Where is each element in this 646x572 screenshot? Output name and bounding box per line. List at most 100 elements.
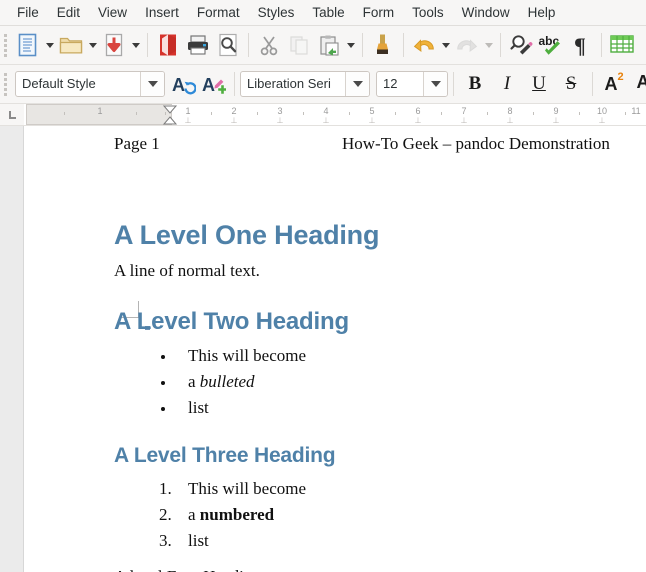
update-selected-style-button[interactable]: A xyxy=(169,69,199,99)
undo-dropdown[interactable] xyxy=(439,30,452,60)
list-item: a bulleted xyxy=(176,369,642,395)
menu-item-format[interactable]: Format xyxy=(188,3,249,22)
save-document-button[interactable] xyxy=(99,30,129,60)
page-content[interactable]: Page 1 How-To Geek – pandoc Demonstratio… xyxy=(24,126,646,572)
menu-item-file[interactable]: File xyxy=(8,3,48,22)
toolbar-separator xyxy=(147,33,148,57)
font-name-value[interactable]: Liberation Seri xyxy=(241,72,345,96)
toolbar-grip[interactable] xyxy=(2,32,9,58)
ruler-tick-4: 4 xyxy=(323,106,329,116)
export-pdf-button[interactable] xyxy=(153,30,183,60)
page-header[interactable]: Page 1 How-To Geek – pandoc Demonstratio… xyxy=(114,134,646,160)
superscript-letter: A xyxy=(604,73,618,94)
toolbar-separator xyxy=(500,33,501,57)
heading-level-two: A Level Two Heading xyxy=(114,308,349,335)
document-body[interactable]: A Level One Heading A line of normal tex… xyxy=(114,196,642,572)
menu-item-edit[interactable]: Edit xyxy=(48,3,89,22)
toolbar-separator xyxy=(601,33,602,57)
paste-button[interactable] xyxy=(314,30,344,60)
subscript-letter: A xyxy=(636,72,646,92)
menu-item-styles[interactable]: Styles xyxy=(249,3,304,22)
menu-item-form[interactable]: Form xyxy=(354,3,404,22)
ruler-tick-8: 8 xyxy=(507,106,513,116)
svg-text:A: A xyxy=(172,75,185,95)
list-item: list xyxy=(176,395,642,421)
formatting-marks-button[interactable]: ¶ xyxy=(566,30,596,60)
copy-button[interactable] xyxy=(284,30,314,60)
ruler-tick-2: 2 xyxy=(231,106,237,116)
tab-stop-indicator[interactable] xyxy=(0,104,24,125)
print-button[interactable] xyxy=(183,30,213,60)
header-title: How-To Geek – pandoc Demonstration xyxy=(342,134,610,153)
find-and-replace-button[interactable] xyxy=(506,30,536,60)
paragraph-style-value[interactable]: Default Style xyxy=(16,72,140,96)
numbered-list: This will become a numbered list xyxy=(114,476,642,554)
italic-button[interactable]: I xyxy=(491,69,523,99)
ruler-tick-1: 1 xyxy=(185,106,191,116)
font-size-value[interactable]: 12 xyxy=(377,72,423,96)
paragraph-style-dropdown-arrow[interactable] xyxy=(140,72,164,96)
bold-button[interactable]: B xyxy=(459,69,491,99)
list-item-text: list xyxy=(188,531,209,550)
menu-item-insert[interactable]: Insert xyxy=(136,3,188,22)
redo-dropdown[interactable] xyxy=(482,30,495,60)
ruler-tick-10: 10 xyxy=(596,106,608,116)
menu-item-window[interactable]: Window xyxy=(453,3,519,22)
new-document-button[interactable] xyxy=(13,30,43,60)
superscript-button[interactable]: A2 xyxy=(598,69,630,99)
menu-item-tools[interactable]: Tools xyxy=(403,3,453,22)
indent-marker[interactable] xyxy=(162,105,178,125)
underline-button[interactable]: U xyxy=(523,69,555,99)
new-style-from-selection-button[interactable]: A xyxy=(199,69,229,99)
menu-item-help[interactable]: Help xyxy=(519,3,565,22)
subscript-button[interactable]: A2 xyxy=(630,69,646,99)
ruler-margin-number: 1 xyxy=(97,106,103,116)
cut-button[interactable] xyxy=(254,30,284,60)
heading-level-one: A Level One Heading xyxy=(114,220,380,250)
heading-level-four: A level Four Heading xyxy=(114,564,642,572)
list-item-text: list xyxy=(188,398,209,417)
font-name-combobox[interactable]: Liberation Seri xyxy=(240,71,370,97)
normal-paragraph: A line of normal text. xyxy=(114,261,260,280)
list-item-text: This will become xyxy=(188,479,307,498)
clone-formatting-button[interactable] xyxy=(368,30,398,60)
save-document-dropdown[interactable] xyxy=(129,30,142,60)
list-item-text: a xyxy=(188,372,200,391)
standard-toolbar: abc ¶ xyxy=(0,26,646,65)
spelling-button[interactable]: abc xyxy=(536,30,566,60)
document-workspace[interactable]: Page 1 How-To Geek – pandoc Demonstratio… xyxy=(0,126,646,572)
open-document-button[interactable] xyxy=(56,30,86,60)
libreoffice-writer-window: File Edit View Insert Format Styles Tabl… xyxy=(0,0,646,572)
strikethrough-button[interactable]: S xyxy=(555,69,587,99)
menu-item-view[interactable]: View xyxy=(89,3,136,22)
heading-level-three: A Level Three Heading xyxy=(114,444,336,467)
font-size-combobox[interactable]: 12 xyxy=(376,71,448,97)
font-name-dropdown-arrow[interactable] xyxy=(345,72,369,96)
document-page[interactable]: Page 1 How-To Geek – pandoc Demonstratio… xyxy=(24,126,646,572)
list-item-text: This will become xyxy=(188,346,307,365)
header-page-number: Page 1 xyxy=(114,134,160,153)
ruler-tick-7: 7 xyxy=(461,106,467,116)
undo-button[interactable] xyxy=(409,30,439,60)
toolbar-separator xyxy=(453,72,454,96)
toolbar-grip[interactable] xyxy=(2,71,9,97)
new-document-dropdown[interactable] xyxy=(43,30,56,60)
menu-bar: File Edit View Insert Format Styles Tabl… xyxy=(0,0,646,26)
list-item: This will become xyxy=(176,476,642,502)
open-document-dropdown[interactable] xyxy=(86,30,99,60)
superscript-mark: 2 xyxy=(617,70,624,83)
list-item: a numbered xyxy=(176,502,642,528)
print-preview-button[interactable] xyxy=(213,30,243,60)
ruler-row: 1 1 2 3 4 5 6 7 8 9 10 11 ⊥ ⊥ ⊥ ⊥ ⊥ ⊥ ⊥ … xyxy=(0,104,646,126)
redo-button[interactable] xyxy=(452,30,482,60)
bulleted-list: This will become a bulleted list xyxy=(114,343,642,421)
paste-dropdown[interactable] xyxy=(344,30,357,60)
ruler-tick-3: 3 xyxy=(277,106,283,116)
font-size-dropdown-arrow[interactable] xyxy=(423,72,447,96)
menu-item-table[interactable]: Table xyxy=(303,3,353,22)
insert-table-button[interactable] xyxy=(607,30,637,60)
horizontal-ruler[interactable]: 1 1 2 3 4 5 6 7 8 9 10 11 ⊥ ⊥ ⊥ ⊥ ⊥ ⊥ ⊥ … xyxy=(24,104,646,125)
list-item-text: a xyxy=(188,505,200,524)
paragraph-style-combobox[interactable]: Default Style xyxy=(15,71,165,97)
list-item-strong: numbered xyxy=(199,505,275,524)
